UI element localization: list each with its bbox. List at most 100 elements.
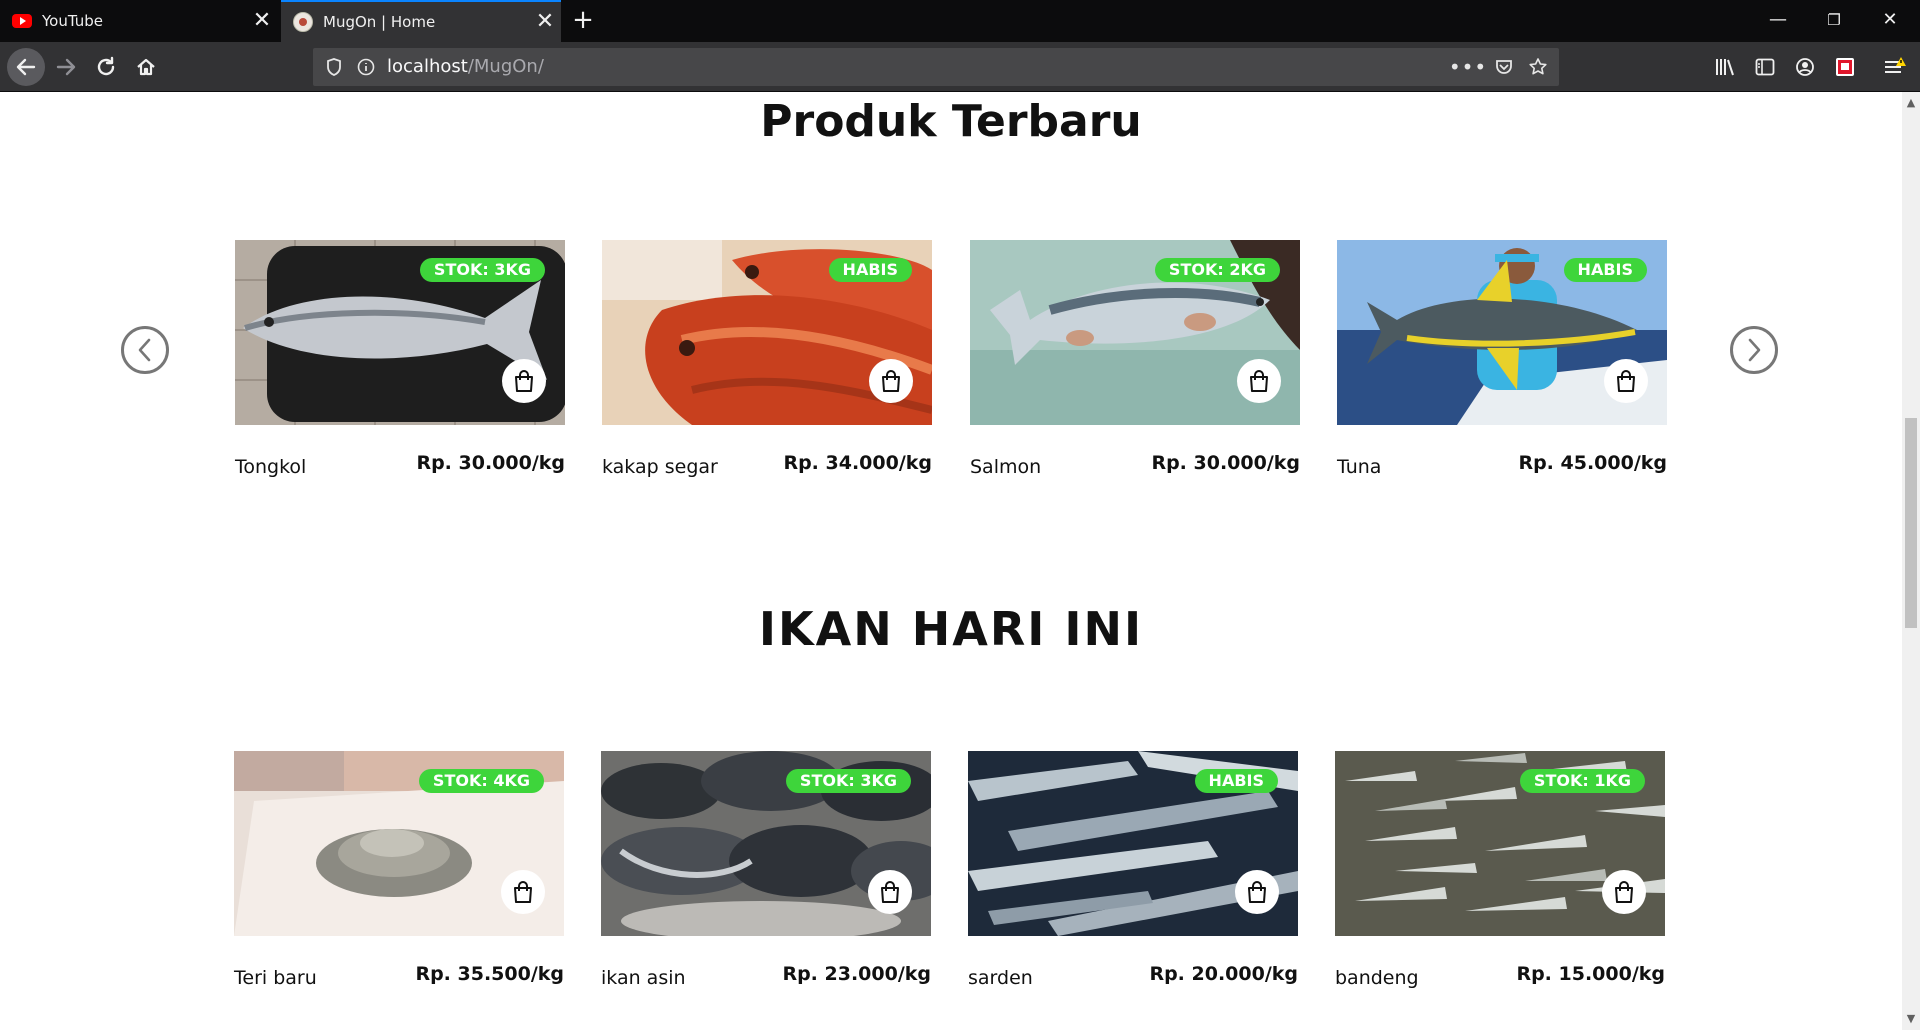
page-actions-menu-icon[interactable]: ••• <box>1449 48 1486 86</box>
tab-youtube[interactable]: YouTube ✕ <box>0 0 278 42</box>
product-price: Rp. 34.000/kg <box>783 452 932 474</box>
stock-badge: STOK: 2KG <box>1154 258 1280 282</box>
tab-title: YouTube <box>42 12 103 30</box>
product-name[interactable]: Tongkol <box>235 456 306 478</box>
add-to-cart-button[interactable] <box>502 359 546 403</box>
product-price: Rp. 20.000/kg <box>1149 963 1298 985</box>
url-host: localhost <box>387 56 468 77</box>
product-image-sarden[interactable]: HABIS <box>968 751 1298 936</box>
minimize-window-icon[interactable]: — <box>1750 0 1806 42</box>
pocket-extension-icon[interactable] <box>1828 50 1862 84</box>
add-to-cart-button[interactable] <box>1235 870 1279 914</box>
forward-button[interactable] <box>49 50 83 84</box>
restore-window-icon[interactable]: ❐ <box>1806 0 1862 42</box>
address-bar[interactable]: localhost/MugOn/ ••• <box>313 48 1559 86</box>
reload-button[interactable] <box>89 50 123 84</box>
scrollbar-thumb[interactable] <box>1905 418 1917 628</box>
add-to-cart-button[interactable] <box>1602 870 1646 914</box>
account-sync-icon[interactable] <box>1788 50 1822 84</box>
product-name[interactable]: Tuna <box>1337 456 1381 478</box>
tracking-shield-icon[interactable] <box>321 48 347 86</box>
product-card[interactable]: STOK: 3KG ikan asin Rp. 23.000/kg <box>601 751 931 1003</box>
product-price: Rp. 30.000/kg <box>416 452 565 474</box>
shopping-bag-icon <box>1250 370 1268 392</box>
mugon-favicon-icon <box>293 12 313 32</box>
stock-badge: STOK: 3KG <box>419 258 545 282</box>
scroll-down-arrow-icon[interactable]: ▼ <box>1902 1010 1920 1028</box>
home-icon <box>137 58 155 76</box>
product-card[interactable]: HABIS kakap segar Rp. 34.000/kg <box>602 240 932 492</box>
stock-badge: HABIS <box>828 258 912 282</box>
tab-title: MugOn | Home <box>323 13 436 31</box>
product-name[interactable]: ikan asin <box>601 967 686 989</box>
site-info-icon[interactable] <box>353 48 379 86</box>
product-price: Rp. 30.000/kg <box>1151 452 1300 474</box>
product-name[interactable]: Salmon <box>970 456 1041 478</box>
product-image-tongkol[interactable]: STOK: 3KG <box>235 240 565 425</box>
product-price: Rp. 45.000/kg <box>1518 452 1667 474</box>
product-price: Rp. 15.000/kg <box>1516 963 1665 985</box>
chevron-left-icon <box>138 338 151 362</box>
page-viewport: Produk Terbaru STOK: 3KG Tongkol Rp. 30.… <box>0 92 1902 1030</box>
shopping-bag-icon <box>515 370 533 392</box>
home-button[interactable] <box>129 50 163 84</box>
shopping-bag-icon <box>881 881 899 903</box>
stock-badge: STOK: 4KG <box>418 769 544 793</box>
shopping-bag-icon <box>1615 881 1633 903</box>
product-card[interactable]: STOK: 1KG bandeng Rp. 15.000/kg <box>1335 751 1665 1003</box>
carousel-next-button[interactable] <box>1730 326 1778 374</box>
product-price: Rp. 35.500/kg <box>415 963 564 985</box>
product-price: Rp. 23.000/kg <box>782 963 931 985</box>
library-icon[interactable] <box>1708 50 1742 84</box>
sidebar-toggle-icon[interactable] <box>1748 50 1782 84</box>
back-button[interactable] <box>7 48 45 86</box>
tab-bar: YouTube ✕ MugOn | Home ✕ + — ❐ ✕ <box>0 0 1920 42</box>
product-name[interactable]: sarden <box>968 967 1033 989</box>
product-card[interactable]: HABIS sarden Rp. 20.000/kg <box>968 751 1298 1003</box>
shopping-bag-icon <box>1617 370 1635 392</box>
back-arrow-icon <box>16 58 36 76</box>
carousel-prev-button[interactable] <box>121 326 169 374</box>
add-to-cart-button[interactable] <box>869 359 913 403</box>
pocket-icon[interactable] <box>1491 48 1517 86</box>
add-to-cart-button[interactable] <box>868 870 912 914</box>
close-tab-icon[interactable]: ✕ <box>529 1 561 43</box>
close-tab-icon[interactable]: ✕ <box>246 0 278 42</box>
product-card[interactable]: STOK: 3KG Tongkol Rp. 30.000/kg <box>235 240 565 492</box>
bookmark-star-icon[interactable] <box>1525 48 1551 86</box>
product-image-salmon[interactable]: STOK: 2KG <box>970 240 1300 425</box>
shopping-bag-icon <box>882 370 900 392</box>
product-image-kakap-segar[interactable]: HABIS <box>602 240 932 425</box>
product-card[interactable]: STOK: 4KG Teri baru Rp. 35.500/kg <box>234 751 564 1003</box>
product-name[interactable]: Teri baru <box>234 967 317 989</box>
navigation-toolbar: localhost/MugOn/ ••• <box>0 42 1920 92</box>
stock-badge: HABIS <box>1194 769 1278 793</box>
tab-mugon-home[interactable]: MugOn | Home ✕ <box>281 0 561 42</box>
menu-hamburger-icon[interactable] <box>1878 50 1912 84</box>
url-text[interactable]: localhost/MugOn/ <box>387 48 544 86</box>
product-image-bandeng[interactable]: STOK: 1KG <box>1335 751 1665 936</box>
product-card[interactable]: HABIS Tuna Rp. 45.000/kg <box>1337 240 1667 492</box>
product-card[interactable]: STOK: 2KG Salmon Rp. 30.000/kg <box>970 240 1300 492</box>
product-image-tuna[interactable]: HABIS <box>1337 240 1667 425</box>
url-path: /MugOn/ <box>467 56 544 77</box>
scroll-up-arrow-icon[interactable]: ▲ <box>1902 94 1920 112</box>
forward-arrow-icon <box>56 58 76 76</box>
close-window-icon[interactable]: ✕ <box>1862 0 1918 42</box>
product-name[interactable]: bandeng <box>1335 967 1419 989</box>
chevron-right-icon <box>1748 338 1761 362</box>
add-to-cart-button[interactable] <box>1604 359 1648 403</box>
stock-badge: STOK: 1KG <box>1519 769 1645 793</box>
page-scrollbar[interactable]: ▲ ▼ <box>1902 92 1920 1030</box>
add-to-cart-button[interactable] <box>501 870 545 914</box>
new-tab-button[interactable]: + <box>568 0 598 42</box>
youtube-favicon-icon <box>12 11 32 31</box>
product-name[interactable]: kakap segar <box>602 456 718 478</box>
product-image-teri-baru[interactable]: STOK: 4KG <box>234 751 564 936</box>
product-image-ikan-asin[interactable]: STOK: 3KG <box>601 751 931 936</box>
shopping-bag-icon <box>514 881 532 903</box>
stock-badge: STOK: 3KG <box>785 769 911 793</box>
add-to-cart-button[interactable] <box>1237 359 1281 403</box>
shopping-bag-icon <box>1248 881 1266 903</box>
stock-badge: HABIS <box>1563 258 1647 282</box>
